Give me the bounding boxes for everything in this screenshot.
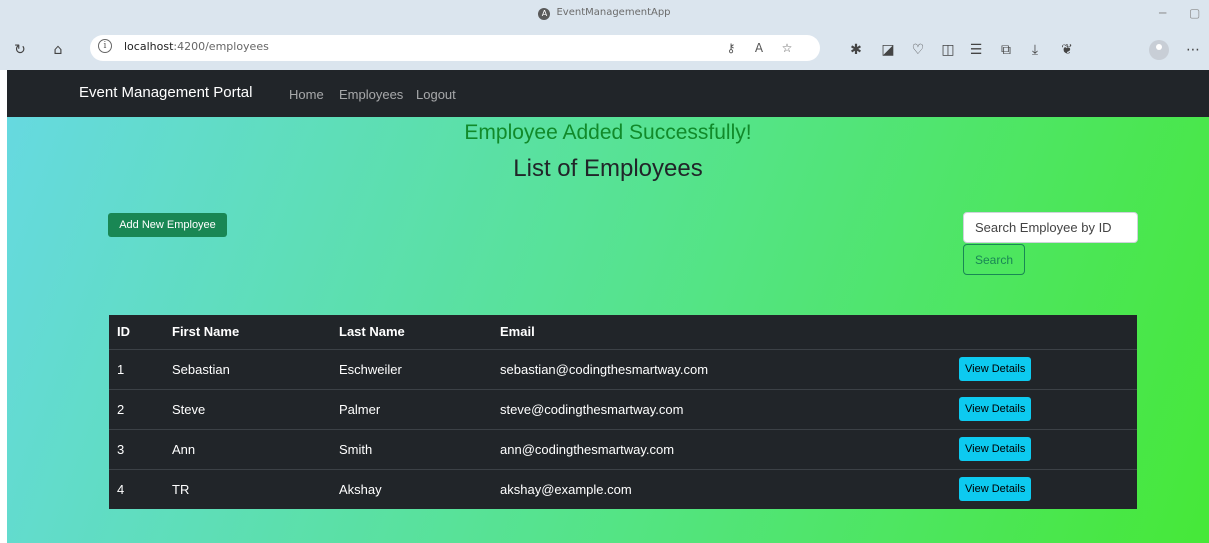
refresh-icon[interactable]: ↻ — [10, 40, 30, 60]
column-header-last-name: Last Name — [331, 315, 492, 350]
cell-first-name: Sebastian — [164, 349, 331, 390]
page-title: List of Employees — [513, 155, 703, 182]
page-content: Employee Added Successfully! List of Emp… — [7, 117, 1209, 543]
column-header-first-name: First Name — [164, 315, 331, 350]
nav-link-employees[interactable]: Employees — [339, 87, 403, 102]
navbar-brand[interactable]: Event Management Portal — [79, 84, 252, 101]
nav-link-logout[interactable]: Logout — [416, 87, 456, 102]
tab-title-text: EventManagementApp — [556, 7, 671, 18]
cell-last-name: Eschweiler — [331, 349, 492, 390]
cell-actions: View Details — [951, 389, 1137, 430]
browser-toolbar: ↻ ⌂ i localhost:4200/employees ⚷ A ☆ ✱ ◪… — [0, 30, 1209, 70]
downloads-icon[interactable]: ⤓ — [1025, 40, 1045, 60]
profile-avatar-icon[interactable] — [1149, 40, 1169, 60]
cell-first-name: Ann — [164, 429, 331, 470]
url-text[interactable]: localhost:4200/employees — [124, 40, 269, 53]
table-row: 1 Sebastian Eschweiler sebastian@codingt… — [109, 349, 1137, 390]
split-screen-icon[interactable]: ◫ — [938, 40, 958, 60]
search-input[interactable] — [963, 212, 1138, 243]
extension-icon[interactable]: ✱ — [846, 40, 866, 60]
favorite-star-icon[interactable]: ☆ — [778, 39, 796, 57]
view-details-button[interactable]: View Details — [959, 357, 1032, 381]
cell-email: akshay@example.com — [500, 481, 632, 497]
view-details-button[interactable]: View Details — [959, 437, 1032, 461]
cell-first-name: TR — [172, 481, 190, 497]
url-host: localhost — [124, 40, 174, 53]
browser-title-bar: A EventManagementApp ─ ▢ — [0, 0, 1209, 30]
restore-icon[interactable]: ▢ — [1189, 6, 1200, 20]
nav-link-home[interactable]: Home — [289, 87, 324, 102]
angular-logo-icon: A — [538, 8, 551, 20]
more-menu-icon[interactable]: ⋯ — [1183, 40, 1203, 60]
column-header-id: ID — [109, 315, 164, 350]
cell-last-name: Akshay — [339, 481, 382, 497]
cell-id: 2 — [109, 389, 164, 430]
page-viewport: Event Management Portal Home Employees L… — [7, 70, 1209, 543]
add-new-employee-button[interactable]: Add New Employee — [108, 213, 227, 237]
cell-first-name: Steve — [164, 389, 331, 430]
cell-id: 1 — [109, 349, 164, 390]
site-info-icon[interactable]: i — [98, 39, 112, 53]
cell-email: steve@codingthesmartway.com — [492, 389, 951, 430]
table-header-row: ID First Name Last Name Email — [109, 315, 1137, 350]
cell-email: ann@codingthesmartway.com — [492, 429, 951, 470]
browser-essentials-icon[interactable]: ♡ — [908, 40, 928, 60]
key-icon[interactable]: ⚷ — [722, 39, 740, 57]
cell-email: sebastian@codingthesmartway.com — [492, 349, 951, 390]
cell-last-name: Palmer — [331, 389, 492, 430]
url-path: :4200/employees — [173, 40, 269, 53]
table-row: 4 TR Akshay akshay@example.com View Deta… — [109, 469, 1137, 509]
cell-last-name: Smith — [331, 429, 492, 470]
column-header-actions — [951, 315, 1137, 350]
minimize-icon[interactable]: ─ — [1159, 6, 1166, 20]
cell-actions: View Details — [951, 429, 1137, 470]
cell-id: 3 — [109, 429, 164, 470]
cell-id: 4 — [117, 481, 125, 497]
navbar: Event Management Portal Home Employees L… — [7, 70, 1209, 117]
table-row: 2 Steve Palmer steve@codingthesmartway.c… — [109, 389, 1137, 430]
home-icon[interactable]: ⌂ — [48, 40, 68, 60]
cell-actions: View Details — [951, 469, 1137, 509]
address-bar[interactable]: i localhost:4200/employees ⚷ A ☆ — [90, 35, 820, 61]
favorites-list-icon[interactable]: ☰ — [966, 40, 986, 60]
tab-title: A EventManagementApp — [0, 7, 1209, 20]
view-details-button[interactable]: View Details — [959, 477, 1032, 502]
column-header-email: Email — [492, 315, 951, 350]
employees-table: ID First Name Last Name Email 1 Sebastia… — [109, 315, 1137, 509]
table-row: 3 Ann Smith ann@codingthesmartway.com Vi… — [109, 429, 1137, 470]
read-aloud-icon[interactable]: A — [750, 39, 768, 57]
extension-3-icon[interactable]: ❦ — [1057, 40, 1077, 60]
collections-icon[interactable]: ⧉ — [996, 40, 1016, 60]
cell-actions: View Details — [951, 349, 1137, 390]
success-message: Employee Added Successfully! — [464, 121, 752, 144]
search-button[interactable]: Search — [963, 244, 1025, 275]
view-details-button[interactable]: View Details — [959, 397, 1032, 421]
extension-2-icon[interactable]: ◪ — [878, 40, 898, 60]
